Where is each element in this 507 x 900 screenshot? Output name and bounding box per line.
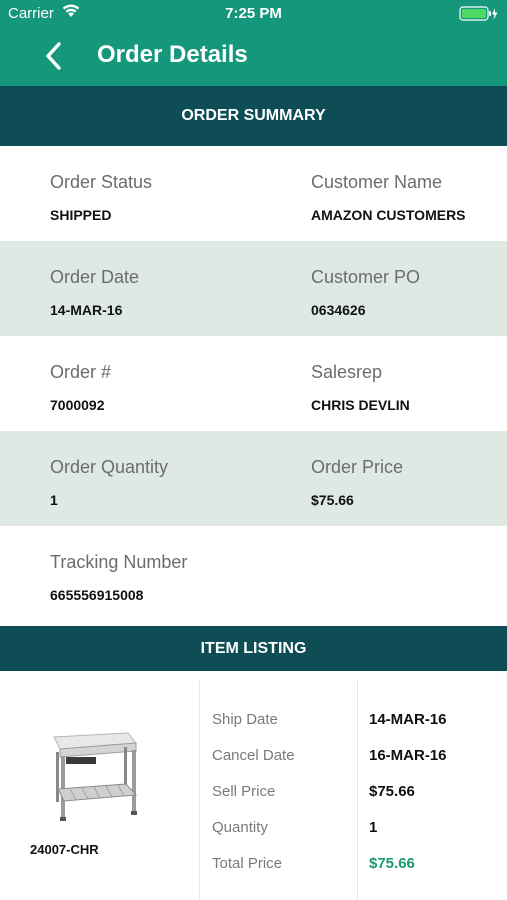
tracking-number-label: Tracking Number (50, 552, 188, 572)
product-image (48, 729, 140, 825)
item-sku: 24007-CHR (30, 842, 99, 857)
back-chevron-icon[interactable] (38, 39, 72, 73)
order-status-value: SHIPPED (50, 207, 112, 223)
order-price-label: Order Price (311, 457, 404, 477)
total-price-label: Total Price (212, 855, 283, 872)
nav-bar: Order Details (0, 28, 507, 86)
order-date-label: Order Date (50, 267, 140, 287)
salesrep-label: Salesrep (311, 362, 383, 382)
item-listing-header: ITEM LISTING (0, 626, 507, 671)
ship-date-label: Ship Date (212, 711, 278, 728)
summary-row-tracking: Tracking Number 665556915008 (0, 526, 507, 626)
customer-po-value: 0634626 (311, 302, 366, 318)
summary-row-date: Order Date 14-MAR-16 Customer PO 0634626 (0, 241, 507, 336)
column-divider (199, 679, 200, 900)
ship-date-value: 14-MAR-16 (369, 711, 447, 728)
quantity-label: Quantity (212, 819, 268, 836)
page-title: Order Details (97, 41, 248, 68)
battery-icon (459, 6, 499, 26)
summary-row-order-number: Order # 7000092 Salesrep CHRIS DEVLIN (0, 336, 507, 431)
status-time: 7:25 PM (225, 5, 282, 22)
tracking-number-value: 665556915008 (50, 587, 144, 603)
column-divider (357, 679, 358, 900)
cancel-date-value: 16-MAR-16 (369, 747, 447, 764)
summary-row-status: Order Status SHIPPED Customer Name AMAZO… (0, 146, 507, 241)
order-summary-header: ORDER SUMMARY (0, 86, 507, 146)
quantity-value: 1 (369, 819, 378, 836)
order-quantity-label: Order Quantity (50, 457, 169, 477)
sell-price-value: $75.66 (369, 783, 415, 800)
order-quantity-value: 1 (50, 492, 58, 508)
order-status-label: Order Status (50, 172, 153, 192)
top-bar: Carrier 7:25 PM Order Details (0, 0, 507, 86)
item-list-item[interactable]: 24007-CHR Ship Date 14-MAR-16 Cancel Dat… (0, 671, 507, 900)
salesrep-value: CHRIS DEVLIN (311, 397, 410, 413)
order-number-label: Order # (50, 362, 112, 382)
order-price-value: $75.66 (311, 492, 354, 508)
customer-name-label: Customer Name (311, 172, 443, 192)
total-price-value: $75.66 (369, 855, 415, 872)
order-date-value: 14-MAR-16 (50, 302, 123, 318)
customer-po-label: Customer PO (311, 267, 421, 287)
status-bar: Carrier 7:25 PM (0, 0, 507, 28)
customer-name-value: AMAZON CUSTOMERS (311, 207, 466, 223)
cancel-date-label: Cancel Date (212, 747, 295, 764)
sell-price-label: Sell Price (212, 783, 276, 800)
summary-row-quantity: Order Quantity 1 Order Price $75.66 (0, 431, 507, 526)
order-number-value: 7000092 (50, 397, 105, 413)
